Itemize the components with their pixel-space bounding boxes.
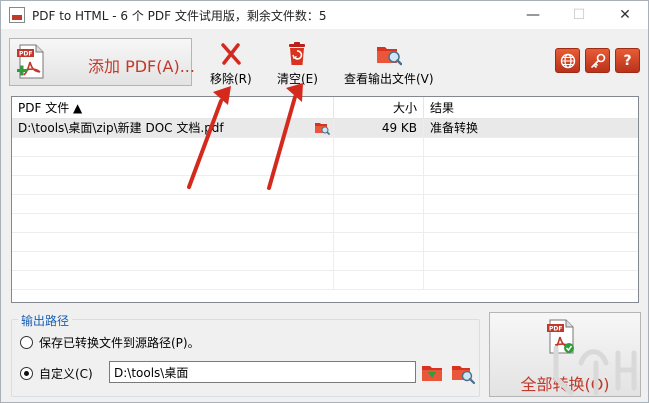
empty-row: [12, 138, 638, 157]
add-pdf-label: 添加 PDF(A)...: [88, 57, 195, 76]
row-file-size: 49 KB: [334, 119, 424, 138]
folder-search-icon: [376, 41, 402, 67]
radio-custom-label: 自定义(C): [39, 367, 93, 381]
view-output-label: 查看输出文件(V): [344, 72, 434, 86]
remove-button[interactable]: 移除(R): [210, 41, 252, 87]
radio-save-to-source[interactable]: 保存已转换文件到源路径(P)。: [20, 334, 200, 351]
open-output-folder-icon[interactable]: [451, 361, 475, 385]
trash-icon: [284, 41, 310, 67]
utility-buttons: ?: [555, 48, 640, 73]
radio-save-to-source-label: 保存已转换文件到源路径(P)。: [39, 336, 200, 350]
app-window: PDF to HTML - 6 个 PDF 文件试用版，剩余文件数：5 — ☐ …: [0, 0, 649, 403]
column-header-result[interactable]: 结果: [424, 97, 638, 119]
pdf-add-icon: PDF: [17, 44, 44, 79]
key-icon[interactable]: [585, 48, 610, 73]
remove-icon: [218, 41, 244, 67]
radio-custom[interactable]: 自定义(C): [20, 365, 93, 382]
empty-row: [12, 176, 638, 195]
column-header-name[interactable]: PDF 文件 ▲: [12, 97, 334, 119]
empty-row: [12, 271, 638, 290]
row-file-name: D:\tools\桌面\zip\新建 DOC 文档.pdf: [12, 119, 334, 138]
browse-folder-icon[interactable]: [421, 361, 445, 385]
radio-circle-selected[interactable]: [20, 367, 33, 380]
radio-circle[interactable]: [20, 336, 33, 349]
empty-row: [12, 214, 638, 233]
empty-row: [12, 195, 638, 214]
row-status: 准备转换: [430, 121, 479, 135]
open-folder-icon[interactable]: [314, 120, 330, 136]
table-row[interactable]: D:\tools\桌面\zip\新建 DOC 文档.pdf 49 KB 准备转换: [12, 119, 638, 138]
globe-icon[interactable]: [555, 48, 580, 73]
column-header-size[interactable]: 大小: [334, 97, 424, 119]
output-path-title: 输出路径: [18, 312, 73, 329]
close-button[interactable]: ✕: [602, 1, 648, 29]
title-bar: PDF to HTML - 6 个 PDF 文件试用版，剩余文件数：5 — ☐ …: [1, 1, 648, 29]
pdf-convert-icon: PDF: [547, 319, 574, 354]
empty-row: [12, 233, 638, 252]
file-name-text: D:\tools\桌面\zip\新建 DOC 文档.pdf: [18, 121, 224, 135]
add-pdf-button[interactable]: PDF 添加 PDF(A)...: [9, 38, 195, 86]
window-controls: — ☐ ✕: [510, 1, 648, 29]
convert-all-button[interactable]: PDF 全部转换(O): [489, 312, 641, 397]
output-path-group: 输出路径 保存已转换文件到源路径(P)。 自定义(C): [11, 312, 480, 397]
svg-text:PDF: PDF: [19, 51, 32, 58]
minimize-button[interactable]: —: [510, 1, 556, 29]
list-body: D:\tools\桌面\zip\新建 DOC 文档.pdf 49 KB 准备转换: [12, 119, 638, 290]
empty-row: [12, 252, 638, 271]
empty-row: [12, 157, 638, 176]
window-title: PDF to HTML - 6 个 PDF 文件试用版，剩余文件数：5: [32, 8, 327, 23]
clear-button[interactable]: 清空(E): [277, 41, 318, 87]
view-output-button[interactable]: 查看输出文件(V): [344, 41, 434, 87]
pdf-file-list[interactable]: PDF 文件 ▲ 大小 结果 D:\tools\桌面\zip\新建 DOC 文档…: [11, 96, 639, 303]
svg-text:PDF: PDF: [549, 326, 562, 333]
remove-label: 移除(R): [210, 72, 252, 86]
maximize-button[interactable]: ☐: [556, 1, 602, 29]
list-header: PDF 文件 ▲ 大小 结果: [12, 97, 638, 119]
clear-label: 清空(E): [277, 72, 318, 86]
convert-all-label: 全部转换(O): [520, 375, 610, 394]
custom-path-input[interactable]: [109, 361, 416, 383]
app-icon: [9, 7, 25, 23]
help-icon[interactable]: ?: [615, 48, 640, 73]
